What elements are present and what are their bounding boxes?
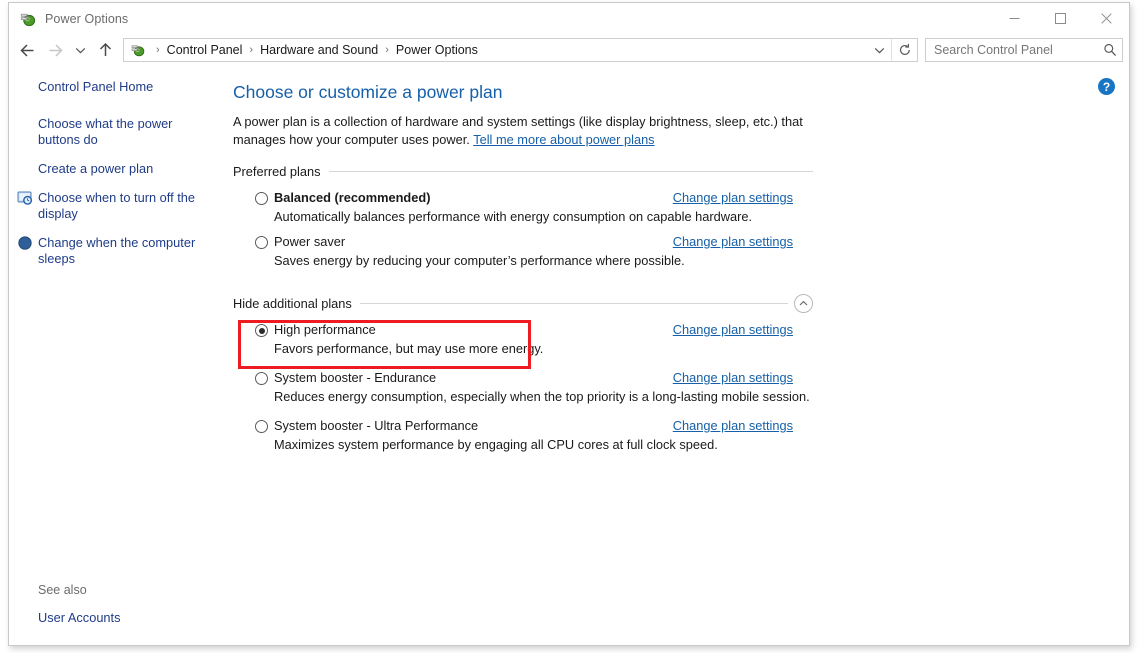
plan-description: Maximizes system performance by engaging… bbox=[255, 437, 811, 453]
search-button[interactable] bbox=[1098, 39, 1122, 61]
power-plug-icon bbox=[130, 42, 146, 58]
group-preferred-plans: Preferred plans Balanced (recommended) A… bbox=[231, 161, 1129, 269]
chevron-down-icon bbox=[874, 46, 885, 55]
search-input[interactable]: Search Control Panel bbox=[926, 43, 1098, 57]
main-content: ? Choose or customize a power plan A pow… bbox=[231, 66, 1129, 645]
group-divider bbox=[360, 303, 788, 304]
plan-description: Favors performance, but may use more ene… bbox=[255, 341, 811, 357]
breadcrumb-item-control-panel[interactable]: Control Panel bbox=[165, 43, 245, 57]
up-arrow-icon bbox=[98, 42, 113, 58]
address-dropdown-button[interactable] bbox=[867, 39, 891, 61]
page-title: Choose or customize a power plan bbox=[231, 82, 1129, 103]
power-plug-icon bbox=[19, 10, 37, 28]
sidebar-item-user-accounts[interactable]: User Accounts bbox=[9, 610, 231, 625]
plan-row-high-performance[interactable]: High performance Favors performance, but… bbox=[231, 313, 811, 357]
group-label: Hide additional plans bbox=[233, 296, 360, 311]
chevron-up-icon bbox=[799, 300, 808, 307]
search-icon bbox=[1103, 43, 1117, 57]
plan-row-balanced[interactable]: Balanced (recommended) Automatically bal… bbox=[231, 181, 811, 225]
sidebar-item-label: Choose when to turn off the display bbox=[38, 190, 195, 221]
sidebar-item-label: Control Panel Home bbox=[38, 79, 153, 94]
breadcrumb-separator: › bbox=[244, 45, 258, 56]
sidebar-item-turn-off-display[interactable]: Choose when to turn off the display bbox=[9, 190, 223, 222]
maximize-button[interactable] bbox=[1037, 3, 1083, 34]
sidebar-item-computer-sleeps[interactable]: Change when the computer sleeps bbox=[9, 235, 223, 267]
plan-description: Reduces energy consumption, especially w… bbox=[255, 389, 811, 405]
power-options-window: Power Options bbox=[8, 2, 1130, 646]
address-bar[interactable]: › Control Panel › Hardware and Sound › P… bbox=[123, 38, 918, 62]
breadcrumb-separator: › bbox=[151, 45, 165, 56]
sidebar-item-label: Choose what the power buttons do bbox=[38, 116, 172, 147]
chevron-down-icon bbox=[75, 46, 86, 55]
forward-arrow-icon bbox=[47, 43, 64, 58]
page-description: A power plan is a collection of hardware… bbox=[231, 113, 816, 148]
plan-description: Automatically balances performance with … bbox=[255, 209, 811, 225]
collapse-additional-plans-button[interactable] bbox=[794, 294, 813, 313]
radio-power-saver[interactable] bbox=[255, 236, 268, 249]
tell-me-more-link[interactable]: Tell me more about power plans bbox=[473, 132, 654, 147]
breadcrumb: › Control Panel › Hardware and Sound › P… bbox=[151, 43, 867, 57]
group-label: Preferred plans bbox=[233, 164, 329, 179]
window-controls bbox=[991, 3, 1129, 34]
sidebar-item-label: Create a power plan bbox=[38, 161, 153, 176]
change-plan-settings-link-balanced[interactable]: Change plan settings bbox=[673, 190, 793, 205]
see-also-heading: See also bbox=[9, 583, 231, 597]
search-box[interactable]: Search Control Panel bbox=[925, 38, 1123, 62]
content-area: Control Panel Home Choose what the power… bbox=[9, 66, 1129, 645]
back-arrow-icon bbox=[19, 43, 36, 58]
breadcrumb-item-power-options[interactable]: Power Options bbox=[394, 43, 480, 57]
sidebar-item-choose-power-buttons[interactable]: Choose what the power buttons do bbox=[9, 116, 223, 148]
sidebar-spacer bbox=[9, 280, 231, 583]
breadcrumb-separator: › bbox=[380, 45, 394, 56]
radio-system-booster-ultra-performance[interactable] bbox=[255, 420, 268, 433]
monitor-clock-icon bbox=[17, 190, 33, 206]
group-additional-plans: Hide additional plans High performance F… bbox=[231, 293, 1129, 453]
recent-locations-button[interactable] bbox=[69, 37, 91, 63]
sidebar-item-create-power-plan[interactable]: Create a power plan bbox=[9, 161, 223, 177]
back-button[interactable] bbox=[13, 37, 41, 63]
change-plan-settings-link-power-saver[interactable]: Change plan settings bbox=[673, 234, 793, 249]
change-plan-settings-link-ultra-performance[interactable]: Change plan settings bbox=[673, 418, 793, 433]
close-button[interactable] bbox=[1083, 3, 1129, 34]
breadcrumb-item-hardware-and-sound[interactable]: Hardware and Sound bbox=[258, 43, 380, 57]
plan-row-system-booster-endurance[interactable]: System booster - Endurance Reduces energ… bbox=[231, 357, 811, 405]
change-plan-settings-link-endurance[interactable]: Change plan settings bbox=[673, 370, 793, 385]
plan-row-power-saver[interactable]: Power saver Saves energy by reducing you… bbox=[231, 225, 811, 269]
change-plan-settings-link-high-performance[interactable]: Change plan settings bbox=[673, 322, 793, 337]
title-bar: Power Options bbox=[9, 3, 1129, 34]
window-title: Power Options bbox=[45, 12, 128, 26]
group-header: Hide additional plans bbox=[231, 293, 813, 313]
close-icon bbox=[1101, 13, 1112, 24]
group-divider bbox=[329, 171, 814, 172]
forward-button[interactable] bbox=[41, 37, 69, 63]
plan-row-system-booster-ultra-performance[interactable]: System booster - Ultra Performance Maxim… bbox=[231, 405, 811, 453]
plan-description: Saves energy by reducing your computer’s… bbox=[255, 253, 811, 269]
radio-system-booster-endurance[interactable] bbox=[255, 372, 268, 385]
minimize-button[interactable] bbox=[991, 3, 1037, 34]
radio-high-performance[interactable] bbox=[255, 324, 268, 337]
navigation-bar: › Control Panel › Hardware and Sound › P… bbox=[9, 34, 1129, 66]
help-button[interactable]: ? bbox=[1098, 78, 1115, 95]
up-button[interactable] bbox=[91, 37, 119, 63]
refresh-button[interactable] bbox=[891, 39, 917, 61]
sidebar: Control Panel Home Choose what the power… bbox=[9, 66, 231, 645]
refresh-icon bbox=[898, 43, 912, 57]
minimize-icon bbox=[1009, 13, 1020, 24]
sidebar-item-label: Change when the computer sleeps bbox=[38, 235, 195, 266]
moon-icon bbox=[17, 235, 33, 251]
group-header: Preferred plans bbox=[231, 161, 813, 181]
maximize-icon bbox=[1055, 13, 1066, 24]
sidebar-item-control-panel-home[interactable]: Control Panel Home bbox=[9, 79, 223, 95]
radio-balanced[interactable] bbox=[255, 192, 268, 205]
